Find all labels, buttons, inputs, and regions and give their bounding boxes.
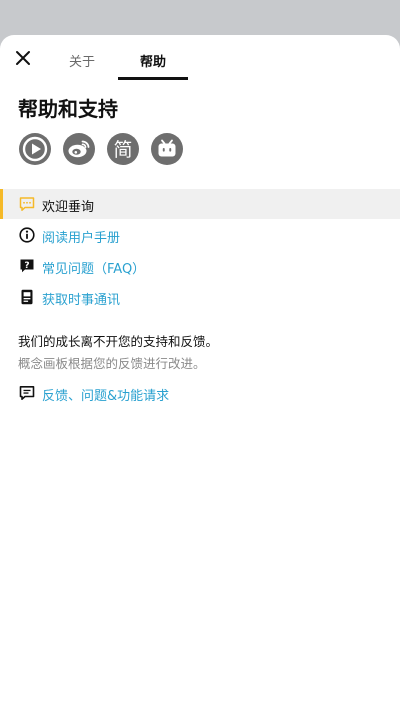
help-sheet: 关于 帮助 帮助和支持 简 欢迎垂询 阅读用户手册 ? 常见问题（FAQ） 获取… [0,35,400,710]
bilibili-button[interactable] [151,133,183,165]
question-bubble-icon: ? [20,259,34,273]
close-button[interactable] [12,47,34,69]
menu-item-label: 获取时事通讯 [42,293,121,308]
feedback-label: 反馈、问题&功能请求 [42,389,170,404]
comment-icon [19,386,35,400]
support-note-title: 我们的成长离不开您的支持和反馈。 [18,334,219,349]
menu-item-label: 阅读用户手册 [42,231,121,246]
menu-item-faq[interactable]: ? 常见问题（FAQ） [0,251,400,281]
support-note-subtitle: 概念画板根据您的反馈进行改进。 [18,356,206,371]
menu-item-label: 常见问题（FAQ） [42,262,146,277]
close-icon [16,51,30,65]
menu-item-contact[interactable]: 欢迎垂询 [0,189,400,219]
chat-bubble-icon [19,197,35,211]
play-circle-icon [22,136,48,162]
feedback-link[interactable]: 反馈、问题&功能请求 [0,378,400,408]
tab-active-indicator [118,77,188,80]
jian-button[interactable]: 简 [107,133,139,165]
weibo-button[interactable] [63,133,95,165]
weibo-icon [68,140,90,158]
newsletter-icon [21,289,33,305]
top-bar: 关于 帮助 [0,35,400,81]
play-button[interactable] [19,133,51,165]
info-circle-icon [19,227,35,243]
menu-item-label: 欢迎垂询 [42,200,95,215]
menu-item-manual[interactable]: 阅读用户手册 [0,220,400,250]
svg-text:?: ? [24,261,29,271]
bilibili-icon [158,139,176,157]
jian-icon: 简 [113,139,132,161]
tab-about[interactable]: 关于 [52,51,112,81]
page-title: 帮助和支持 [18,97,118,121]
menu-item-newsletter[interactable]: 获取时事通讯 [0,282,400,312]
svg-text:简: 简 [113,139,132,161]
